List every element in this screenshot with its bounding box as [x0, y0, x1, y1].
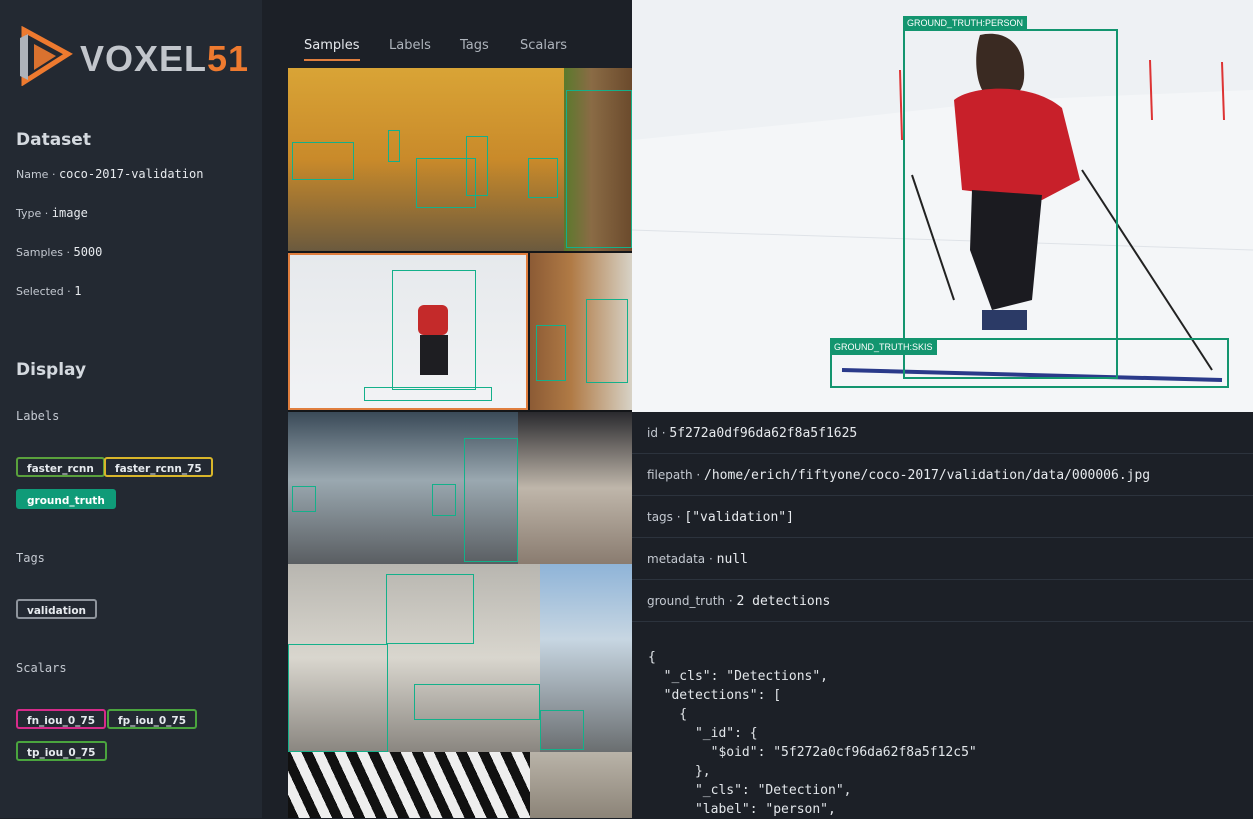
sample-thumbnail[interactable] — [288, 412, 518, 564]
labels-subheading: Labels — [16, 409, 60, 423]
view-tabs: Samples Labels Tags Scalars — [262, 0, 632, 68]
sample-thumbnail[interactable] — [530, 752, 632, 818]
sample-thumbnail[interactable] — [288, 564, 540, 752]
scalar-chip-fp-iou[interactable]: fp_iou_0_75 — [107, 709, 198, 729]
sample-thumbnail[interactable] — [288, 68, 564, 251]
tag-chip-validation[interactable]: validation — [16, 599, 98, 619]
detection-box-skis[interactable]: GROUND_TRUTH:SKIS — [830, 338, 1229, 388]
tab-samples[interactable]: Samples — [304, 38, 360, 61]
sample-grid — [288, 68, 632, 818]
voxel51-logo[interactable]: VOXEL51 — [16, 26, 248, 88]
tags-subheading: Tags — [16, 551, 45, 565]
tab-tags[interactable]: Tags — [460, 38, 489, 53]
scalar-chip-fn-iou[interactable]: fn_iou_0_75 — [16, 709, 106, 729]
sample-viewer[interactable]: GROUND_TRUTH:PERSON GROUND_TRUTH:SKIS — [632, 0, 1253, 412]
scalars-subheading: Scalars — [16, 661, 67, 675]
dataset-name: Name · coco-2017-validation — [16, 167, 204, 181]
sample-thumbnail-selected[interactable] — [288, 253, 528, 410]
voxel51-logo-icon — [20, 26, 73, 86]
scalar-chip-tp-iou[interactable]: tp_iou_0_75 — [16, 741, 107, 761]
field-id: id · 5f272a0df96da62f8a5f1625 — [632, 412, 1253, 454]
field-filepath: filepath · /home/erich/fiftyone/coco-201… — [632, 454, 1253, 496]
label-chip-faster-rcnn[interactable]: faster_rcnn — [16, 457, 105, 477]
tab-labels[interactable]: Labels — [389, 38, 431, 53]
detection-label-skis: GROUND_TRUTH:SKIS — [830, 340, 937, 355]
dataset-heading: Dataset — [16, 130, 91, 150]
ground-truth-json: { "_cls": "Detections", "detections": [ … — [648, 650, 977, 817]
dataset-type: Type · image — [16, 206, 88, 220]
voxel51-wordmark: VOXEL51 — [80, 38, 250, 79]
field-metadata: metadata · null — [632, 538, 1253, 580]
detection-box-person[interactable]: GROUND_TRUTH:PERSON — [903, 16, 1118, 379]
display-heading: Display — [16, 360, 87, 380]
sample-info-panel: id · 5f272a0df96da62f8a5f1625 filepath ·… — [632, 412, 1253, 818]
dataset-selected: Selected · 1 — [16, 284, 82, 298]
detection-label-person: GROUND_TRUTH:PERSON — [903, 16, 1028, 31]
field-tags: tags · ["validation"] — [632, 496, 1253, 538]
dataset-samples: Samples · 5000 — [16, 245, 103, 259]
sample-thumbnail[interactable] — [518, 412, 632, 564]
sample-thumbnail[interactable] — [564, 68, 632, 251]
label-chip-ground-truth[interactable]: ground_truth — [16, 489, 116, 509]
sample-thumbnail[interactable] — [540, 564, 632, 752]
sample-thumbnail[interactable] — [288, 752, 530, 818]
tab-scalars[interactable]: Scalars — [520, 38, 567, 53]
label-chip-faster-rcnn-75[interactable]: faster_rcnn_75 — [104, 457, 213, 477]
field-ground-truth[interactable]: ground_truth · 2 detections — [632, 580, 1253, 622]
sidebar: VOXEL51 Dataset Name · coco-2017-validat… — [0, 0, 262, 818]
sample-thumbnail[interactable] — [530, 253, 632, 410]
